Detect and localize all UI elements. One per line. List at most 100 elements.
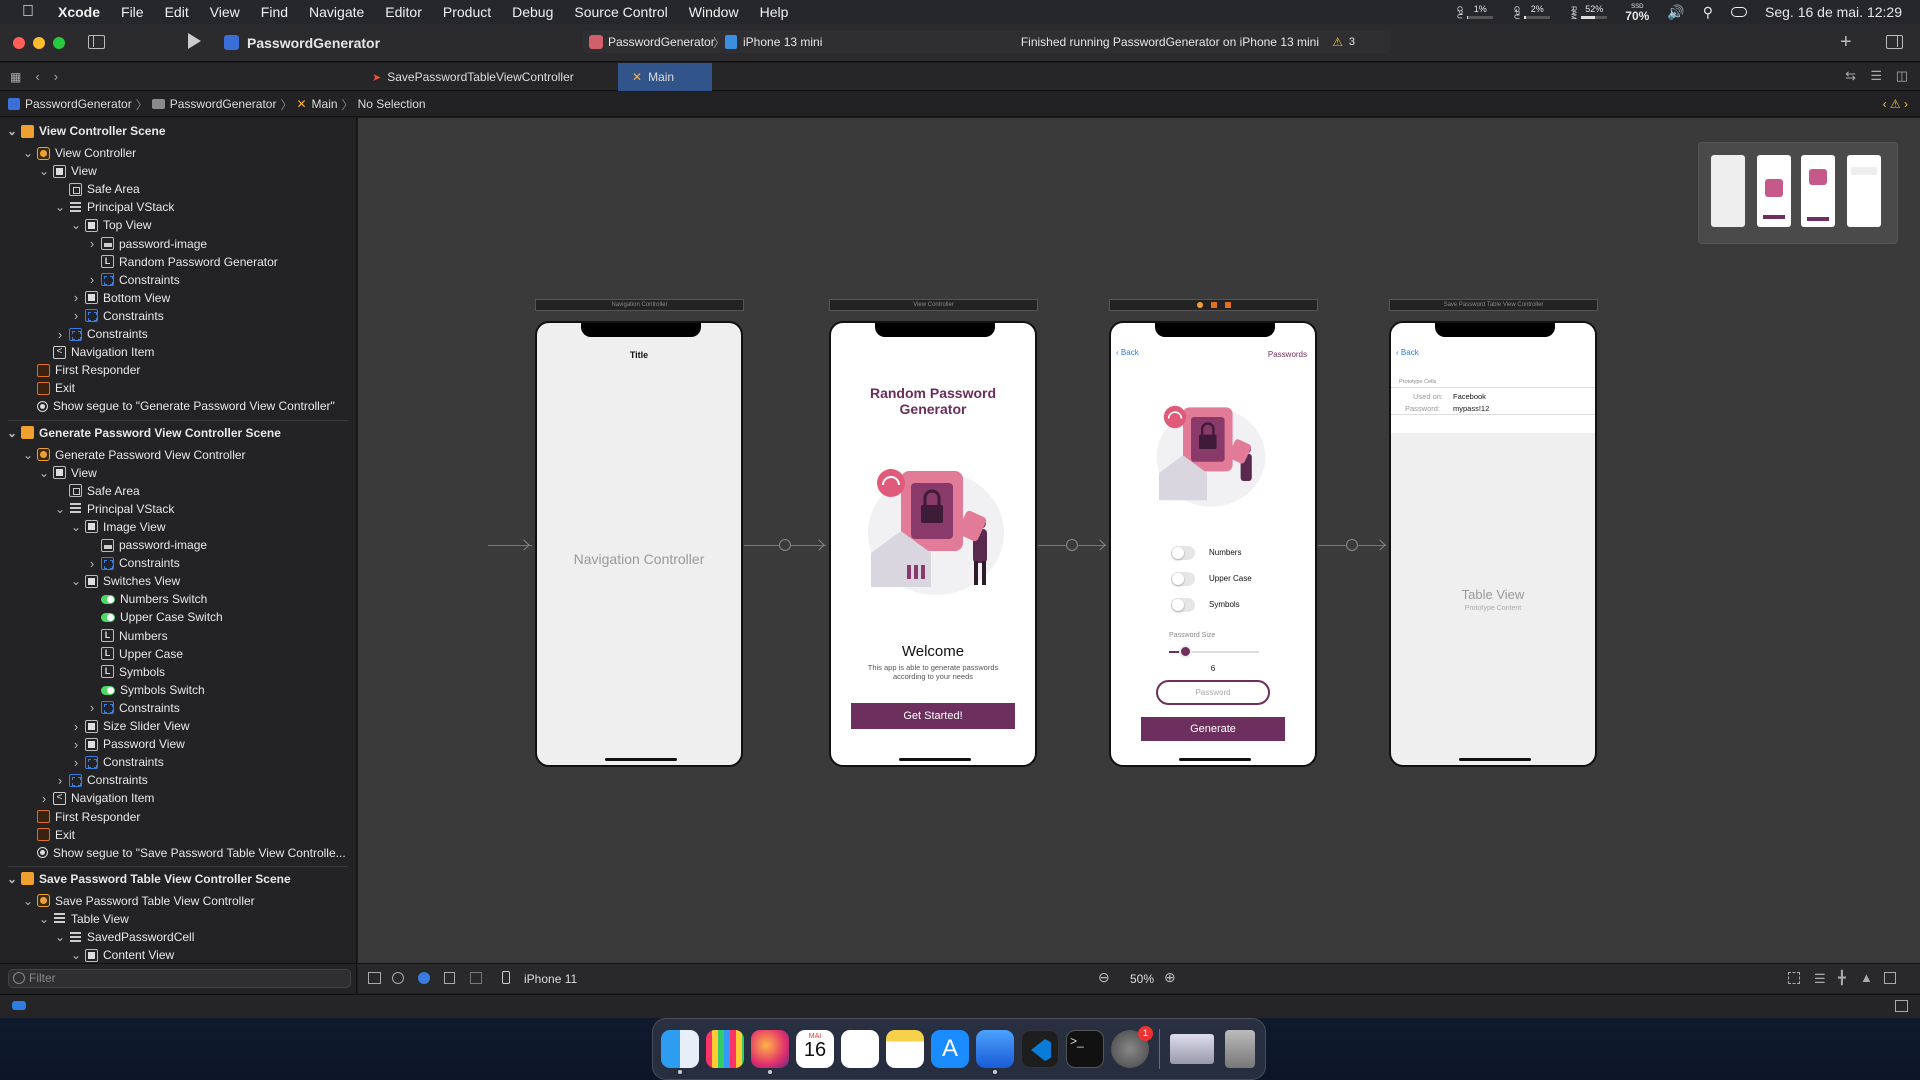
outline-item[interactable]: ⌄ Content View [70, 946, 174, 963]
upper-case-switch[interactable] [1171, 572, 1195, 586]
outline-item[interactable]: › Constraints [86, 554, 180, 572]
outline-item[interactable]: Symbols Switch [86, 681, 205, 699]
show-segue-icon[interactable] [1066, 539, 1078, 551]
finder-icon[interactable] [661, 1030, 699, 1074]
launchpad-icon[interactable] [706, 1030, 744, 1068]
resolve-icon[interactable]: ▲ [1860, 970, 1873, 985]
navigator-toggle-icon[interactable] [88, 35, 105, 49]
chevron-right-icon[interactable]: › [86, 236, 98, 251]
notes-icon[interactable] [886, 1030, 924, 1068]
show-segue-icon[interactable] [1346, 539, 1358, 551]
menu-debug[interactable]: Debug [512, 4, 553, 20]
chevron-right-icon[interactable]: › [54, 773, 66, 788]
orientation-icon[interactable] [444, 972, 455, 984]
outline-item[interactable]: › Constraints [70, 753, 164, 771]
chevron-right-icon[interactable]: › [70, 755, 82, 770]
outline-item[interactable]: ⌄ View [38, 464, 97, 482]
outline-item[interactable]: ⌄ Generate Password View Controller [22, 446, 246, 464]
jumpbar-project[interactable]: PasswordGenerator [25, 97, 132, 111]
run-button[interactable] [188, 33, 201, 49]
outline-item[interactable]: L Upper Case [86, 645, 183, 663]
generate-password-scene[interactable]: ‹ Back Passwords Numbers Upper Case Symb… [1109, 321, 1317, 767]
accessibility-icon[interactable] [418, 972, 430, 984]
chevron-down-icon[interactable]: ⌄ [70, 521, 82, 533]
calendar-icon[interactable]: MAI 16 [796, 1030, 834, 1068]
minimize-window-button[interactable] [33, 37, 45, 49]
chevron-down-icon[interactable]: ⌄ [22, 449, 34, 461]
outline-item[interactable]: ⌄ View Controller [22, 144, 136, 162]
chevron-right-icon[interactable]: › [54, 327, 66, 342]
symbols-switch[interactable] [1171, 598, 1195, 612]
outline-item[interactable]: › Constraints [54, 325, 148, 343]
slider-thumb[interactable] [1179, 645, 1192, 658]
relationship-segue-icon[interactable] [779, 539, 791, 551]
chevron-down-icon[interactable]: ⌄ [38, 913, 50, 925]
screenshot-thumbnail[interactable] [1170, 1034, 1214, 1064]
jumpbar-group[interactable]: PasswordGenerator [170, 97, 277, 111]
menu-view[interactable]: View [210, 4, 240, 20]
get-started-button[interactable]: Get Started! [851, 703, 1015, 729]
outline-item[interactable]: L Symbols [86, 663, 165, 681]
save-password-scene[interactable]: ‹ Back Prototype Cells Used on: Facebook… [1389, 321, 1597, 767]
jumpbar-file[interactable]: Main [312, 97, 338, 111]
chevron-right-icon[interactable]: › [70, 719, 82, 734]
outline-item[interactable]: < Navigation Item [38, 343, 154, 361]
zoom-out-icon[interactable]: ⊖ [1098, 969, 1110, 986]
add-icon[interactable]: + [1840, 31, 1852, 54]
chevron-right-icon[interactable]: › [70, 290, 82, 305]
cpu-gauge[interactable]: CPU 1% [1454, 5, 1494, 19]
outline-item[interactable]: ⌄ Principal VStack [54, 198, 174, 216]
chevron-down-icon[interactable]: ⌄ [70, 949, 82, 961]
chevron-down-icon[interactable]: ⌄ [54, 503, 66, 515]
menu-app[interactable]: Xcode [58, 4, 100, 20]
jumpbar-selection[interactable]: No Selection [358, 97, 426, 111]
outline-item[interactable]: Show segue to "Generate Password View Co… [22, 397, 335, 415]
outline-item[interactable]: Numbers Switch [86, 590, 207, 608]
chevron-right-icon[interactable]: › [70, 308, 82, 323]
warning-nav-icon[interactable]: ‹ ⚠ › [1883, 97, 1908, 111]
adaptive-icon[interactable] [470, 972, 482, 984]
outline-item[interactable]: First Responder [22, 808, 140, 826]
volume-icon[interactable]: 🔊 [1667, 4, 1684, 21]
minimap[interactable] [1698, 142, 1898, 244]
scene-header-nav[interactable]: Navigation Controller [535, 299, 744, 311]
zoom-level[interactable]: 50% [1130, 972, 1154, 986]
zoom-window-button[interactable] [53, 37, 65, 49]
close-window-button[interactable] [13, 37, 25, 49]
debug-area-toggle-icon[interactable] [1895, 1000, 1908, 1012]
welcome-scene[interactable]: Random Password Generator Welcome This a… [829, 321, 1037, 767]
warning-count[interactable]: 3 [1349, 36, 1355, 48]
outline-item[interactable]: ⌄ Principal VStack [54, 500, 174, 518]
chevron-down-icon[interactable]: ⌄ [6, 873, 18, 885]
trash-icon[interactable] [1225, 1030, 1255, 1068]
ram-gauge[interactable]: RAM 52% [1568, 5, 1608, 19]
control-center-icon[interactable] [1731, 7, 1747, 17]
datetime[interactable]: Seg. 16 de mai. 12:29 [1765, 4, 1902, 20]
gpu-gauge[interactable]: GPU 2% [1511, 5, 1551, 19]
ssd-gauge[interactable]: SSD 70% [1625, 3, 1649, 22]
menu-file[interactable]: File [121, 4, 144, 20]
menu-editor[interactable]: Editor [385, 4, 422, 20]
chevron-down-icon[interactable]: ⌄ [70, 575, 82, 587]
outline-item[interactable]: L Numbers [86, 627, 168, 645]
reminders-icon[interactable] [841, 1030, 879, 1068]
system-preferences-icon[interactable]: 1 [1111, 1026, 1153, 1068]
outline-item[interactable]: › < Navigation Item [38, 789, 155, 807]
chevron-down-icon[interactable]: ⌄ [38, 467, 50, 479]
outline-item[interactable]: ⌄ Generate Password View Controller Scene [6, 424, 281, 442]
back-icon[interactable]: ‹ [35, 69, 39, 84]
chevron-right-icon[interactable]: › [38, 791, 50, 806]
outline-item[interactable]: Upper Case Switch [86, 608, 223, 626]
outline-item[interactable]: ⌄ View [38, 162, 97, 180]
chevron-down-icon[interactable]: ⌄ [54, 201, 66, 213]
numbers-switch[interactable] [1171, 546, 1195, 560]
pin-icon[interactable]: ╋ [1838, 970, 1846, 986]
chevron-right-icon[interactable]: › [86, 700, 98, 715]
grid-icon[interactable]: ▦ [10, 70, 21, 84]
chevron-down-icon[interactable]: ⌄ [38, 165, 50, 177]
update-frames-icon[interactable] [1788, 972, 1800, 984]
chevron-down-icon[interactable]: ⌄ [22, 895, 34, 907]
chevron-down-icon[interactable]: ⌄ [6, 427, 18, 439]
chevron-down-icon[interactable]: ⌄ [22, 147, 34, 159]
forward-icon[interactable]: › [54, 69, 58, 84]
